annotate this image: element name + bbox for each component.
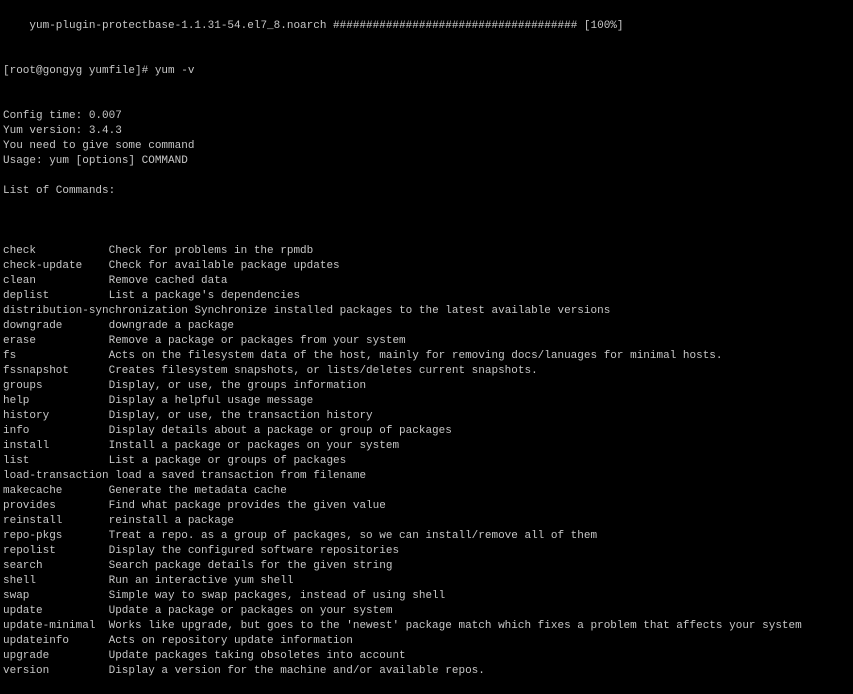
command-prompt: [root@gongyg yumfile]# yum -v [3, 65, 195, 77]
command-row: list List a package or groups of packages [3, 454, 802, 469]
command-name: erase [3, 335, 37, 347]
command-name: update [3, 605, 43, 617]
command-row: update-minimal Works like upgrade, but go… [3, 619, 802, 634]
command-name: repo-pkgs [3, 530, 63, 542]
command-row: distribution-synchronization Synchronize … [3, 304, 802, 319]
output-line: Config time: 0.007 [3, 110, 122, 122]
command-description: Remove cached data [108, 275, 228, 287]
command-name: check-update [3, 260, 83, 272]
command-description: Display the configured software reposito… [108, 545, 400, 557]
command-row: history Display, or use, the transaction … [3, 409, 802, 424]
command-row: update Update a package or packages on yo… [3, 604, 802, 619]
command-row: provides Find what package provides the g… [3, 499, 802, 514]
command-row: deplist List a package's dependencies [3, 289, 802, 304]
command-name: deplist [3, 290, 50, 302]
command-row: reinstall reinstall a package [3, 514, 802, 529]
command-row: info Display details about a package or g… [3, 424, 802, 439]
command-name: search [3, 560, 43, 572]
command-name: load-transaction [3, 470, 109, 482]
command-description: Update a package or packages on your sys… [108, 605, 393, 617]
command-description: load a saved transaction from filename [115, 470, 367, 482]
command-description: Install a package or packages on your sy… [108, 440, 400, 452]
command-name: updateinfo [3, 635, 70, 647]
command-row: help Display a helpful usage message [3, 394, 802, 409]
command-description: Search package details for the given str… [108, 560, 393, 572]
command-description: Display a version for the machine and/or… [108, 665, 485, 677]
output-line: Usage: yum [options] COMMAND [3, 155, 188, 167]
command-description: Creates filesystem snapshots, or lists/d… [108, 365, 538, 377]
command-name: list [3, 455, 30, 467]
command-row: makecache Generate the metadata cache [3, 484, 802, 499]
command-row: fs Acts on the filesystem data of the hos… [3, 349, 802, 364]
command-description: downgrade a package [108, 320, 235, 332]
command-name: fssnapshot [3, 365, 70, 377]
command-name: groups [3, 380, 43, 392]
command-description: Synchronize installed packages to the la… [194, 305, 611, 317]
output-line: Yum version: 3.4.3 [3, 125, 122, 137]
command-description: List a package's dependencies [108, 290, 301, 302]
command-row: repo-pkgs Treat a repo. as a group of pac… [3, 529, 802, 544]
command-description: reinstall a package [108, 515, 235, 527]
command-row: repolist Display the configured software … [3, 544, 802, 559]
command-row: check Check for problems in the rpmdb [3, 244, 802, 259]
command-row: clean Remove cached data [3, 274, 802, 289]
command-description: Check for problems in the rpmdb [108, 245, 314, 257]
command-name: install [3, 440, 50, 452]
command-name: downgrade [3, 320, 63, 332]
command-row: erase Remove a package or packages from y… [3, 334, 802, 349]
command-description: Check for available package updates [108, 260, 340, 272]
command-description: Find what package provides the given val… [108, 500, 386, 512]
command-description: Remove a package or packages from your s… [108, 335, 406, 347]
command-description: Display, or use, the transaction history [108, 410, 373, 422]
command-description: Display details about a package or group… [108, 425, 452, 437]
command-description: Works like upgrade, but goes to the 'new… [108, 620, 802, 632]
command-description: Display a helpful usage message [108, 395, 314, 407]
command-description: List a package or groups of packages [108, 455, 347, 467]
command-name: reinstall [3, 515, 63, 527]
command-name: shell [3, 575, 37, 587]
command-row: updateinfo Acts on repository update info… [3, 634, 802, 649]
command-description: Simple way to swap packages, instead of … [108, 590, 446, 602]
command-row: load-transaction load a saved transaction… [3, 469, 802, 484]
command-name: help [3, 395, 30, 407]
output-line: You need to give some command [3, 140, 195, 152]
command-name: version [3, 665, 50, 677]
command-name: makecache [3, 485, 63, 497]
command-row: groups Display, or use, the groups inform… [3, 379, 802, 394]
command-description: Acts on the filesystem data of the host,… [108, 350, 723, 362]
command-row: search Search package details for the giv… [3, 559, 802, 574]
command-row: shell Run an interactive yum shell [3, 574, 802, 589]
command-row: version Display a version for the machine… [3, 664, 802, 679]
command-row: check-update Check for available package … [3, 259, 802, 274]
command-name: swap [3, 590, 30, 602]
command-description: Update packages taking obsoletes into ac… [108, 650, 406, 662]
command-name: info [3, 425, 30, 437]
command-name: upgrade [3, 650, 50, 662]
command-name: provides [3, 500, 56, 512]
command-description: Generate the metadata cache [108, 485, 287, 497]
command-description: Treat a repo. as a group of packages, so… [108, 530, 598, 542]
command-name: fs [3, 350, 17, 362]
command-row: upgrade Update packages taking obsoletes … [3, 649, 802, 664]
partial-top-line: yum-plugin-protectbase-1.1.31-54.el7_8.n… [3, 20, 624, 32]
output-line: List of Commands: [3, 185, 116, 197]
command-name: clean [3, 275, 37, 287]
command-row: fssnapshot Creates filesystem snapshots, … [3, 364, 802, 379]
command-name: distribution-synchronization [3, 305, 188, 317]
command-description: Acts on repository update information [108, 635, 353, 647]
command-name: history [3, 410, 50, 422]
command-name: repolist [3, 545, 56, 557]
command-name: check [3, 245, 37, 257]
command-description: Display, or use, the groups information [108, 380, 367, 392]
command-description: Run an interactive yum shell [108, 575, 294, 587]
command-name: update-minimal [3, 620, 96, 632]
command-row: swap Simple way to swap packages, instead… [3, 589, 802, 604]
command-row: install Install a package or packages on … [3, 439, 802, 454]
terminal-output[interactable]: yum-plugin-protectbase-1.1.31-54.el7_8.n… [3, 0, 802, 694]
command-row: downgrade downgrade a package [3, 319, 802, 334]
